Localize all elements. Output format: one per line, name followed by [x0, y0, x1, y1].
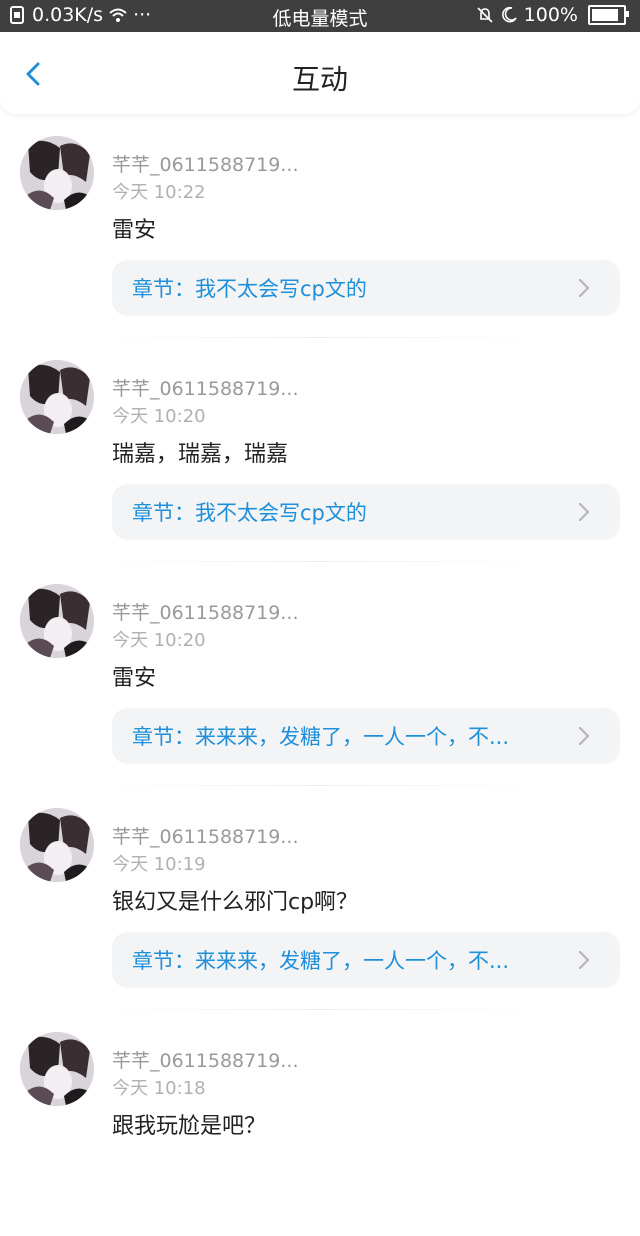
chevron-right-icon: [578, 950, 590, 970]
status-bar: 0.03K/s ··· 低电量模式 100%: [0, 0, 640, 32]
chapter-link[interactable]: 章节：我不太会写cp文的: [112, 260, 620, 316]
moon-icon: [501, 6, 517, 23]
chapter-label: 章节：来来来，发糖了，一人一个，不...: [132, 725, 510, 749]
mute-bell-icon: [477, 7, 493, 23]
chapter-link[interactable]: 章节：来来来，发糖了，一人一个，不...: [112, 932, 620, 988]
list-item: 芊芊_0611588719... 今天 10:22 雷安 章节：我不太会写cp文…: [0, 116, 640, 340]
timestamp: 今天 10:20: [112, 406, 206, 427]
list-item: 芊芊_0611588719... 今天 10:20 瑞嘉，瑞嘉，瑞嘉 章节：我不…: [0, 340, 640, 564]
divider: [96, 561, 544, 562]
interaction-list: 芊芊_0611588719... 今天 10:22 雷安 章节：我不太会写cp文…: [0, 116, 640, 1236]
chapter-link[interactable]: 章节：来来来，发糖了，一人一个，不...: [112, 708, 620, 764]
comment-text: 银幻又是什么邪门cp啊？: [112, 890, 359, 915]
battery-percent: 100%: [523, 4, 578, 26]
avatar[interactable]: [20, 360, 94, 434]
chapter-label: 章节：我不太会写cp文的: [132, 501, 367, 525]
divider: [96, 337, 544, 338]
comment-text: 跟我玩尬是吧？: [112, 1114, 267, 1139]
timestamp: 今天 10:19: [112, 854, 206, 875]
battery-fill: [592, 9, 618, 21]
list-item: 芊芊_0611588719... 今天 10:19 银幻又是什么邪门cp啊？ 章…: [0, 788, 640, 1012]
timestamp: 今天 10:22: [112, 182, 206, 203]
list-item: 芊芊_0611588719... 今天 10:18 跟我玩尬是吧？: [0, 1012, 640, 1236]
list-item: 芊芊_0611588719... 今天 10:20 雷安 章节：来来来，发糖了，…: [0, 564, 640, 788]
chapter-label: 章节：我不太会写cp文的: [132, 277, 367, 301]
avatar[interactable]: [20, 584, 94, 658]
chevron-right-icon: [578, 278, 590, 298]
user-name[interactable]: 芊芊_0611588719...: [112, 1046, 322, 1073]
comment-text: 雷安: [112, 218, 157, 243]
page-title: 互动: [291, 63, 348, 96]
user-name[interactable]: 芊芊_0611588719...: [112, 150, 322, 177]
chevron-right-icon: [578, 726, 590, 746]
avatar[interactable]: [20, 136, 94, 210]
divider: [96, 785, 544, 786]
status-right: 100%: [476, 4, 632, 26]
chapter-link[interactable]: 章节：我不太会写cp文的: [112, 484, 620, 540]
divider: [96, 1009, 544, 1010]
chapter-label: 章节：来来来，发糖了，一人一个，不...: [132, 949, 510, 973]
top-bar: 互动: [0, 32, 640, 114]
user-name[interactable]: 芊芊_0611588719...: [112, 822, 322, 849]
chevron-right-icon: [578, 502, 590, 522]
user-name[interactable]: 芊芊_0611588719...: [112, 598, 322, 625]
timestamp: 今天 10:20: [112, 630, 206, 651]
comment-text: 瑞嘉，瑞嘉，瑞嘉: [112, 442, 289, 467]
timestamp: 今天 10:18: [112, 1078, 206, 1099]
user-name[interactable]: 芊芊_0611588719...: [112, 374, 322, 401]
comment-text: 雷安: [112, 666, 157, 691]
avatar[interactable]: [20, 808, 94, 882]
avatar[interactable]: [20, 1032, 94, 1106]
battery-icon: [588, 5, 629, 25]
